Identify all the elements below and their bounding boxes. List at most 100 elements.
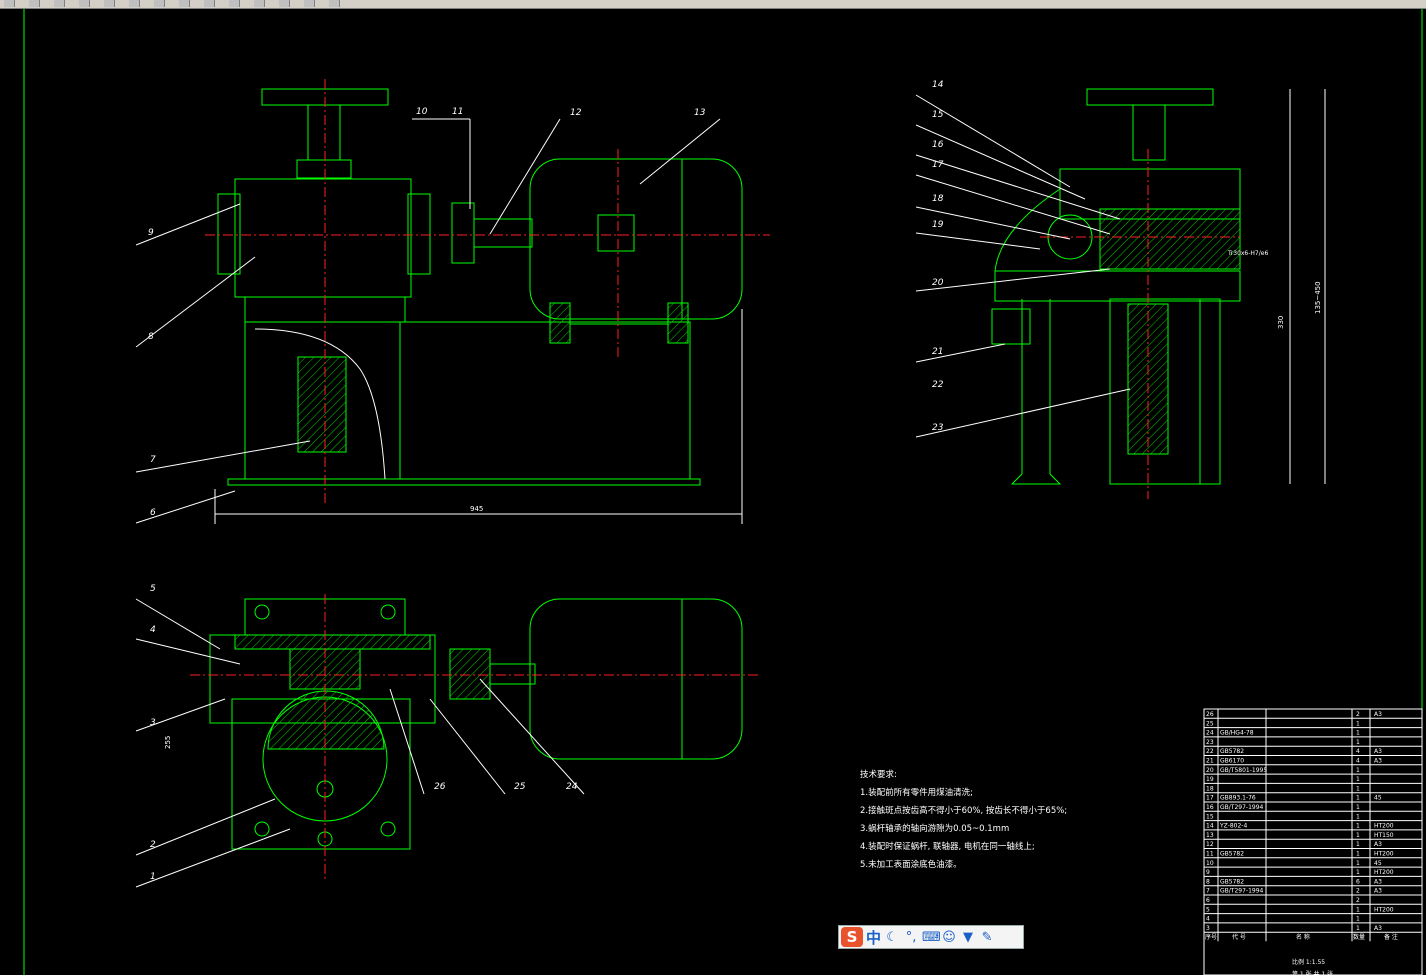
toolbar [0, 0, 1426, 9]
bom-cell-qty: 1 [1356, 925, 1360, 932]
bom-cell-mat: HT200 [1374, 906, 1394, 913]
bom-cell-mat: A3 [1374, 878, 1382, 885]
front-dimension [214, 309, 743, 524]
toolbar-button[interactable] [279, 0, 290, 7]
shirt-icon[interactable]: ▼ [960, 930, 976, 945]
tech-line-1: 1.装配前所有零件用煤油清洗; [860, 787, 973, 798]
bom-cell-mat: A3 [1374, 925, 1382, 932]
bom-cell-no: 9 [1206, 869, 1210, 876]
bom-cell-no: 14 [1206, 823, 1214, 830]
bom-cell-code: GB/T297-1994 [1220, 888, 1264, 895]
toolbar-button[interactable] [254, 0, 265, 7]
bom-sheet: 第 1 张 共 1 张 [1292, 970, 1333, 975]
bom-cell-qty: 1 [1356, 869, 1360, 876]
label-22: 22 [932, 380, 944, 390]
tech-line-2: 2.接触斑点按齿高不得小于60%, 按齿长不得小于65%; [860, 805, 1067, 816]
label-5: 5 [150, 584, 156, 594]
bom-cell-no: 4 [1206, 916, 1210, 923]
bom-cell-qty: 1 [1356, 739, 1360, 746]
bom-header-cell: 数量 [1353, 933, 1365, 941]
label-16: 16 [932, 140, 944, 150]
bom-cell-qty: 1 [1356, 906, 1360, 913]
label-21: 21 [932, 347, 943, 357]
bom-cell-mat: A3 [1374, 888, 1382, 895]
moon-icon[interactable]: ☾ [884, 930, 900, 945]
bom-cell-no: 18 [1206, 785, 1214, 792]
toolbar-button[interactable] [79, 0, 90, 7]
bom-cell-mat: A3 [1374, 711, 1382, 718]
bom-cell-qty: 1 [1356, 916, 1360, 923]
bom-cell-no: 7 [1206, 888, 1210, 895]
side-dim-height1: 330 [1277, 316, 1285, 329]
bom-cell-qty: 1 [1356, 720, 1360, 727]
label-14: 14 [932, 80, 944, 90]
bom-cell-mat: 45 [1374, 860, 1382, 867]
bom-cell-no: 20 [1206, 767, 1214, 774]
cad-drawing-canvas[interactable]: 945 330 135~450 Tr30x6-H7/e6 255 9 8 7 6… [0, 9, 1426, 975]
bom-cell-code: GB/HG4-78 [1220, 730, 1254, 737]
label-9: 9 [148, 228, 154, 238]
front-dim-width: 945 [470, 505, 483, 513]
bom-cell-no: 16 [1206, 804, 1214, 811]
toolbar-button[interactable] [154, 0, 165, 7]
bom-cell-qty: 1 [1356, 841, 1360, 848]
bom-cell-mat: A3 [1374, 758, 1382, 765]
label-13: 13 [694, 108, 706, 118]
toolbar-button[interactable] [304, 0, 315, 7]
label-18: 18 [932, 194, 944, 204]
bom-cell-no: 26 [1206, 711, 1214, 718]
bom-cell-qty: 2 [1356, 897, 1360, 904]
bom-cell-qty: 1 [1356, 813, 1360, 820]
label-15: 15 [932, 110, 944, 120]
bom-cell-no: 19 [1206, 776, 1214, 783]
bom-cell-qty: 1 [1356, 730, 1360, 737]
bom-cell-no: 17 [1206, 795, 1214, 802]
toolbar-button[interactable] [4, 0, 15, 7]
tech-line-4: 4.装配时保证蜗杆, 联轴器, 电机在同一轴线上; [860, 841, 1035, 852]
label-10: 10 [416, 107, 428, 117]
bom-cell-no: 13 [1206, 832, 1214, 839]
toolbar-button[interactable] [129, 0, 140, 7]
bom-cell-no: 8 [1206, 878, 1210, 885]
user-icon[interactable]: ☺ [941, 930, 957, 945]
bom-cell-code: GB6170 [1220, 758, 1244, 765]
bom-cell-mat: A3 [1374, 748, 1382, 755]
bom-header-cell: 序号 [1205, 933, 1217, 941]
bom-cell-code: GB5782 [1220, 748, 1244, 755]
bom-cell-no: 10 [1206, 860, 1214, 867]
bom-cell-no: 22 [1206, 748, 1214, 755]
side-fit-note: Tr30x6-H7/e6 [1227, 250, 1268, 257]
ime-toolbar[interactable]: S 中 ☾ °, ⌨ ☺ ▼ ✎ [838, 925, 1024, 949]
tech-requirements: 技术要求: 1.装配前所有零件用煤油清洗; 2.接触斑点按齿高不得小于60%, … [860, 769, 1067, 870]
toolbar-button[interactable] [104, 0, 115, 7]
bom-cell-mat: HT150 [1374, 832, 1394, 839]
bom-cell-no: 11 [1206, 851, 1214, 858]
sogou-logo-icon[interactable]: S [841, 927, 863, 947]
tech-line-3: 3.蜗杆轴承的轴向游隙为0.05~0.1mm [860, 823, 1009, 834]
label-4: 4 [150, 625, 156, 635]
bom-cell-mat: HT200 [1374, 851, 1394, 858]
bom-cell-no: 25 [1206, 720, 1214, 727]
bom-scale: 比例 1:1.55 [1292, 958, 1325, 966]
bom-header-cell: 代 号 [1232, 933, 1246, 941]
bom-cell-code: GB893.1-76 [1220, 795, 1256, 802]
bom-cell-no: 6 [1206, 897, 1210, 904]
label-26: 26 [434, 782, 446, 792]
bom-cell-code: GB5782 [1220, 878, 1244, 885]
bom-cell-no: 15 [1206, 813, 1214, 820]
keyboard-icon[interactable]: ⌨ [922, 930, 941, 945]
toolbar-button[interactable] [29, 0, 40, 7]
bom-cell-no: 3 [1206, 925, 1210, 932]
side-dim-height2: 135~450 [1314, 281, 1322, 314]
bom-cell-qty: 1 [1356, 860, 1360, 867]
toolbar-button[interactable] [204, 0, 215, 7]
ime-lang-toggle[interactable]: 中 [866, 927, 881, 948]
toolbar-button[interactable] [179, 0, 190, 7]
punct-icon[interactable]: °, [903, 930, 919, 945]
toolbar-button[interactable] [54, 0, 65, 7]
wrench-icon[interactable]: ✎ [979, 930, 995, 945]
toolbar-button[interactable] [229, 0, 240, 7]
label-19: 19 [932, 220, 944, 230]
toolbar-button[interactable] [329, 0, 340, 7]
label-3: 3 [150, 718, 156, 728]
